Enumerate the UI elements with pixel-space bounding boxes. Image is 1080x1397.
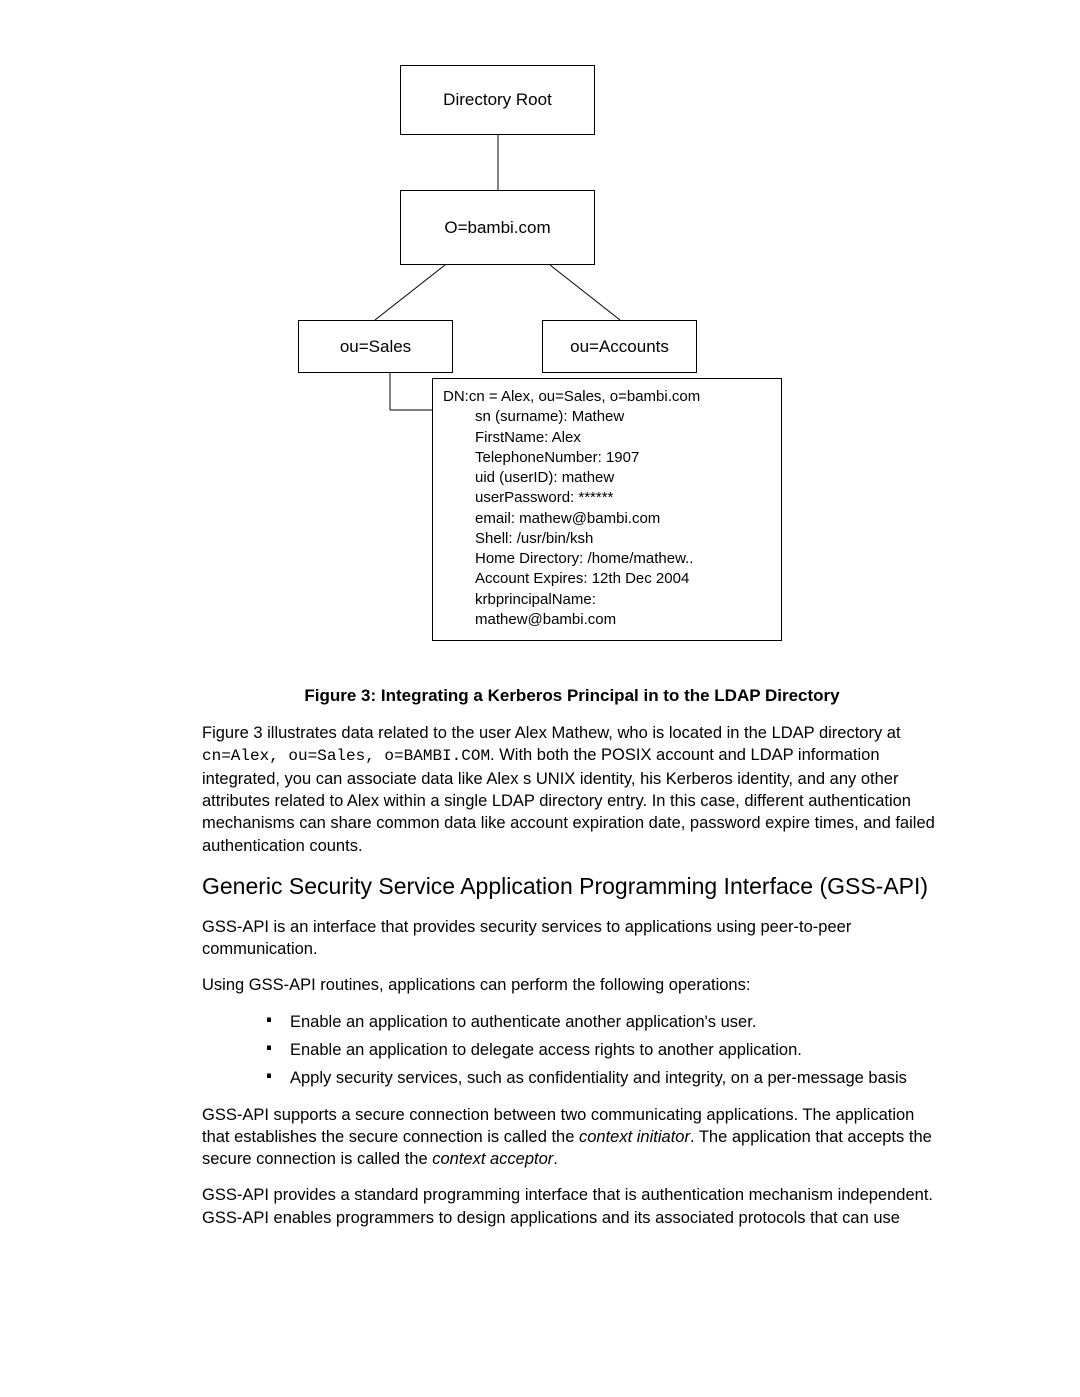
paragraph-2: GSS-API is an interface that provides se… [202, 916, 942, 961]
node-directory-root: Directory Root [400, 65, 595, 135]
ldap-tree-diagram: Directory Root O=bambi.com ou=Sales ou=A… [0, 60, 1080, 660]
user-attr: FirstName: Alex [475, 428, 771, 448]
node-label: ou=Sales [340, 337, 411, 357]
text: . [553, 1150, 558, 1168]
section-heading-gssapi: Generic Security Service Application Pro… [202, 871, 942, 902]
user-attr: mathew@bambi.com [475, 610, 771, 630]
node-user-entry: DN:cn = Alex, ou=Sales, o=bambi.com sn (… [432, 378, 782, 641]
figure-caption: Figure 3: Integrating a Kerberos Princip… [202, 685, 942, 708]
paragraph-1: Figure 3 illustrates data related to the… [202, 722, 942, 857]
paragraph-4: GSS-API supports a secure connection bet… [202, 1104, 942, 1171]
user-attr: userPassword: ****** [475, 488, 771, 508]
ldap-dn-code: cn=Alex, ou=Sales, o=BAMBI.COM [202, 747, 490, 765]
bullet-item: Enable an application to authenticate an… [262, 1011, 942, 1033]
body-text: Figure 3: Integrating a Kerberos Princip… [202, 685, 942, 1243]
user-attr: sn (surname): Mathew [475, 407, 771, 427]
user-attr: TelephoneNumber: 1907 [475, 448, 771, 468]
paragraph-3: Using GSS-API routines, applications can… [202, 974, 942, 996]
user-attr: Shell: /usr/bin/ksh [475, 529, 771, 549]
node-org: O=bambi.com [400, 190, 595, 265]
bullet-item: Apply security services, such as confide… [262, 1067, 942, 1089]
user-dn: DN:cn = Alex, ou=Sales, o=bambi.com [443, 387, 771, 407]
term-context-acceptor: context acceptor [432, 1150, 553, 1168]
term-context-initiator: context initiator [579, 1128, 690, 1146]
paragraph-5: GSS-API provides a standard programming … [202, 1184, 942, 1229]
user-attr: Account Expires: 12th Dec 2004 [475, 569, 771, 589]
user-attr: krbprincipalName: [475, 590, 771, 610]
text: Figure 3 illustrates data related to the… [202, 724, 901, 742]
user-attr: Home Directory: /home/mathew.. [475, 549, 771, 569]
node-label: ou=Accounts [570, 337, 669, 357]
page: Directory Root O=bambi.com ou=Sales ou=A… [0, 0, 1080, 1397]
node-label: Directory Root [443, 90, 552, 110]
user-attr: uid (userID): mathew [475, 468, 771, 488]
bullet-item: Enable an application to delegate access… [262, 1039, 942, 1061]
node-ou-accounts: ou=Accounts [542, 320, 697, 373]
user-attr: email: mathew@bambi.com [475, 509, 771, 529]
bullet-list: Enable an application to authenticate an… [202, 1011, 942, 1090]
node-label: O=bambi.com [444, 218, 550, 238]
node-ou-sales: ou=Sales [298, 320, 453, 373]
